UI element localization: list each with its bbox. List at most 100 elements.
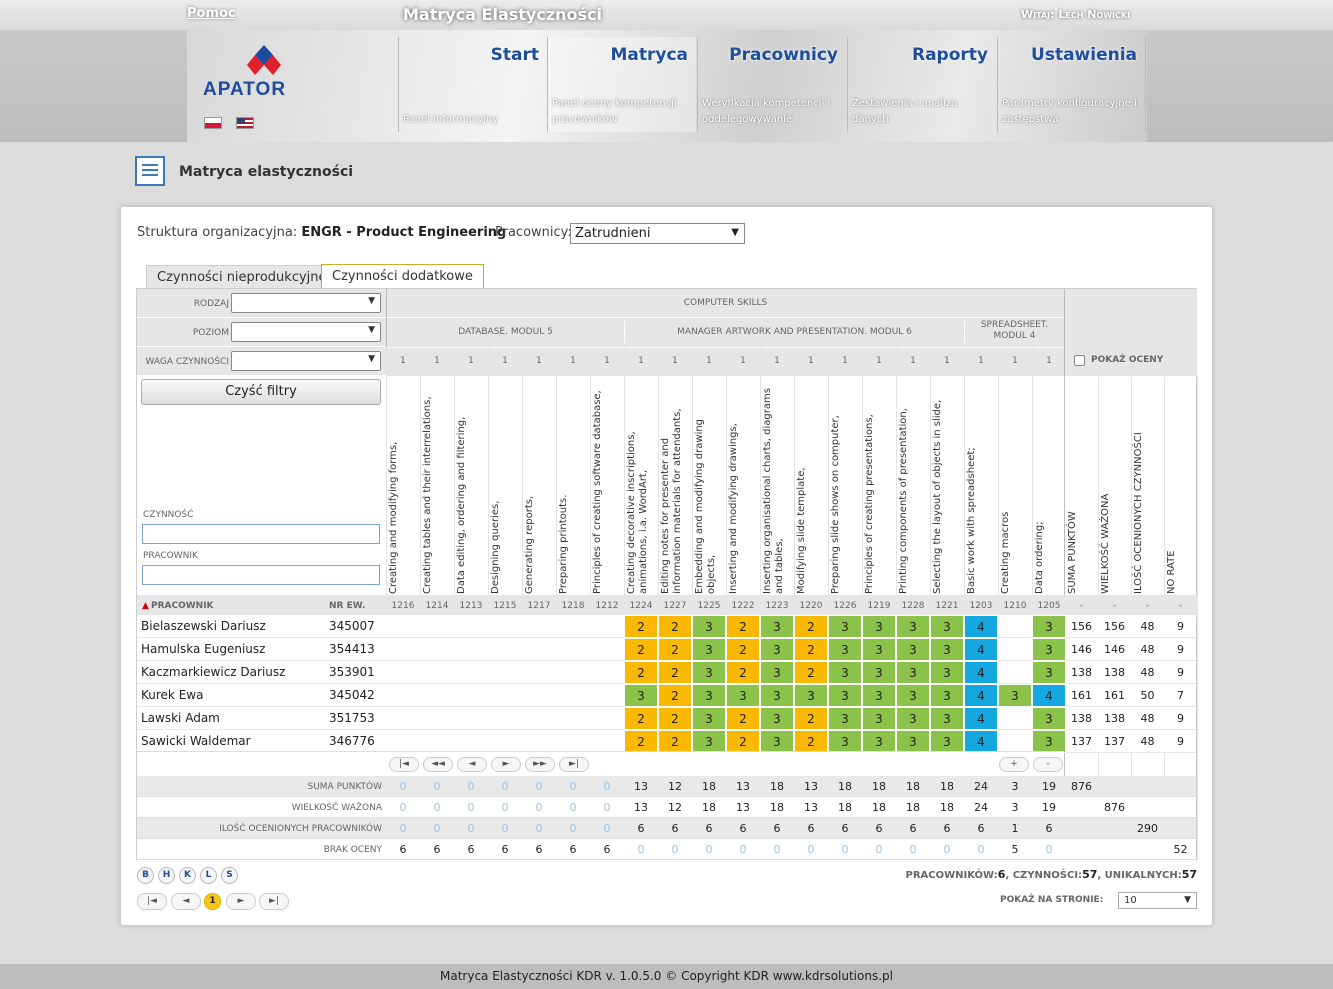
last-page-button[interactable]: ►| <box>559 757 589 772</box>
rating-cell[interactable]: 4 <box>964 638 998 661</box>
sort-asc-icon[interactable]: ▲ <box>142 595 149 617</box>
flag-us-icon[interactable] <box>236 117 254 129</box>
rating-cell[interactable]: 3 <box>862 661 896 684</box>
rating-cell[interactable]: 2 <box>726 615 760 638</box>
rating-cell[interactable]: 2 <box>624 661 658 684</box>
rating-cell[interactable]: 3 <box>998 684 1032 707</box>
activity-label[interactable]: Embedding and modifying drawing objects, <box>694 379 724 594</box>
employees-select[interactable]: Zatrudnieni ▼ <box>570 223 745 244</box>
rating-cell[interactable]: 3 <box>862 707 896 730</box>
rating-cell[interactable]: 3 <box>1032 661 1066 684</box>
rating-cell[interactable]: 3 <box>862 615 896 638</box>
rating-cell[interactable]: 2 <box>658 661 692 684</box>
rating-cell[interactable]: 3 <box>862 684 896 707</box>
activity-label[interactable]: Creating macros <box>1000 379 1030 594</box>
activity-label[interactable]: Principles of creating presentations, <box>864 379 894 594</box>
tab-additional[interactable]: Czynności dodatkowe <box>321 264 484 290</box>
rating-cell[interactable]: 3 <box>692 730 726 753</box>
rating-cell[interactable]: 3 <box>1032 730 1066 753</box>
activity-label[interactable]: Creating decorative inscriptions, animat… <box>626 379 656 594</box>
letter-filter-s[interactable]: S <box>221 867 238 884</box>
rating-cell[interactable]: 3 <box>1032 638 1066 661</box>
rating-cell[interactable]: 2 <box>658 730 692 753</box>
activity-filter-input[interactable] <box>142 524 380 544</box>
rating-cell[interactable]: 3 <box>760 684 794 707</box>
activity-label[interactable]: Creating and modifying forms, <box>388 379 418 594</box>
rating-cell[interactable]: 3 <box>1032 707 1066 730</box>
rating-cell[interactable]: 2 <box>794 615 828 638</box>
rating-cell[interactable]: 3 <box>896 661 930 684</box>
current-page[interactable]: 1 <box>204 893 221 910</box>
filter-select-poziom[interactable]: ▼ <box>231 322 381 342</box>
activity-label[interactable]: Creating tables and their interrelations… <box>422 379 452 594</box>
activity-label[interactable]: Data ordering; <box>1034 379 1064 594</box>
rating-cell[interactable]: 3 <box>760 707 794 730</box>
rating-cell[interactable]: 3 <box>930 707 964 730</box>
rating-cell[interactable]: 2 <box>726 661 760 684</box>
rating-cell[interactable]: 3 <box>828 730 862 753</box>
rating-cell[interactable]: 3 <box>828 684 862 707</box>
rating-cell[interactable]: 3 <box>896 615 930 638</box>
activity-label[interactable]: Basic work with spreadsheet; <box>966 379 996 594</box>
rating-cell[interactable]: 2 <box>726 638 760 661</box>
nav-raporty[interactable]: Raporty Zestawienia i analiza danych <box>847 37 996 132</box>
rating-cell[interactable]: 2 <box>624 707 658 730</box>
rating-cell[interactable]: 3 <box>692 638 726 661</box>
rating-cell[interactable]: 2 <box>624 638 658 661</box>
rating-cell[interactable]: 3 <box>930 684 964 707</box>
nav-matryca[interactable]: Matryca Panel oceny kompetencji pracownik… <box>547 37 696 132</box>
rating-cell[interactable]: 4 <box>964 730 998 753</box>
activity-label[interactable]: Principles of creating software database… <box>592 379 622 594</box>
rating-cell[interactable]: 4 <box>964 707 998 730</box>
col-header-nr[interactable]: NR EW. <box>329 601 365 611</box>
activity-label[interactable]: Preparing printouts. <box>558 379 588 594</box>
letter-filter-b[interactable]: B <box>137 867 154 884</box>
rating-cell[interactable]: 2 <box>624 615 658 638</box>
prev-page-button[interactable]: ◄ <box>457 757 487 772</box>
employee-filter-input[interactable] <box>142 565 380 585</box>
rating-cell[interactable]: 2 <box>658 684 692 707</box>
letter-filter-l[interactable]: L <box>200 867 217 884</box>
rating-cell[interactable]: 3 <box>930 730 964 753</box>
rating-cell[interactable]: 3 <box>692 661 726 684</box>
rating-cell[interactable]: 3 <box>1032 615 1066 638</box>
activity-label[interactable]: Editing notes for presenter and informat… <box>660 379 690 594</box>
filter-select-waga[interactable]: ▼ <box>231 351 381 371</box>
first-page-button[interactable]: |◄ <box>137 893 167 910</box>
rating-cell[interactable]: 3 <box>760 661 794 684</box>
rating-cell[interactable]: 2 <box>658 638 692 661</box>
per-page-select[interactable]: 10 ▼ <box>1118 892 1197 909</box>
rating-cell[interactable]: 3 <box>930 661 964 684</box>
tab-nonproductive[interactable]: Czynności nieprodukcyjne <box>146 265 338 289</box>
rating-cell[interactable]: 2 <box>726 707 760 730</box>
rating-cell[interactable]: 2 <box>794 661 828 684</box>
next-page-button[interactable]: ► <box>226 893 256 910</box>
activity-label[interactable]: Designing queries, <box>490 379 520 594</box>
rating-cell[interactable]: 3 <box>624 684 658 707</box>
rating-cell[interactable]: 3 <box>896 730 930 753</box>
prev-fast-button[interactable]: ◄◄ <box>423 757 453 772</box>
rating-cell[interactable]: 2 <box>658 707 692 730</box>
rating-cell[interactable]: 3 <box>726 684 760 707</box>
next-page-button[interactable]: ► <box>491 757 521 772</box>
filter-select-rodzaj[interactable]: ▼ <box>231 293 381 313</box>
next-fast-button[interactable]: ►► <box>525 757 555 772</box>
rating-cell[interactable]: 2 <box>658 615 692 638</box>
show-ratings-checkbox[interactable] <box>1074 355 1085 366</box>
rating-cell[interactable]: 3 <box>760 730 794 753</box>
rating-cell[interactable]: 3 <box>692 684 726 707</box>
rating-cell[interactable]: 3 <box>760 638 794 661</box>
expand-button[interactable]: + <box>999 757 1029 772</box>
rating-cell[interactable]: 3 <box>862 638 896 661</box>
rating-cell[interactable]: 3 <box>862 730 896 753</box>
rating-cell[interactable]: 3 <box>794 684 828 707</box>
nav-pracownicy[interactable]: Pracownicy Weryfikacja kompetencji i odde… <box>697 37 846 132</box>
collapse-button[interactable]: - <box>1033 757 1063 772</box>
rating-cell[interactable]: 3 <box>692 707 726 730</box>
letter-filter-h[interactable]: H <box>158 867 175 884</box>
rating-cell[interactable]: 2 <box>794 730 828 753</box>
letter-filter-k[interactable]: K <box>179 867 196 884</box>
last-page-button[interactable]: ►| <box>259 893 289 910</box>
rating-cell[interactable]: 4 <box>1032 684 1066 707</box>
nav-ustawienia[interactable]: Ustawienia Parametry konfiguracyjne i zas… <box>997 37 1146 132</box>
